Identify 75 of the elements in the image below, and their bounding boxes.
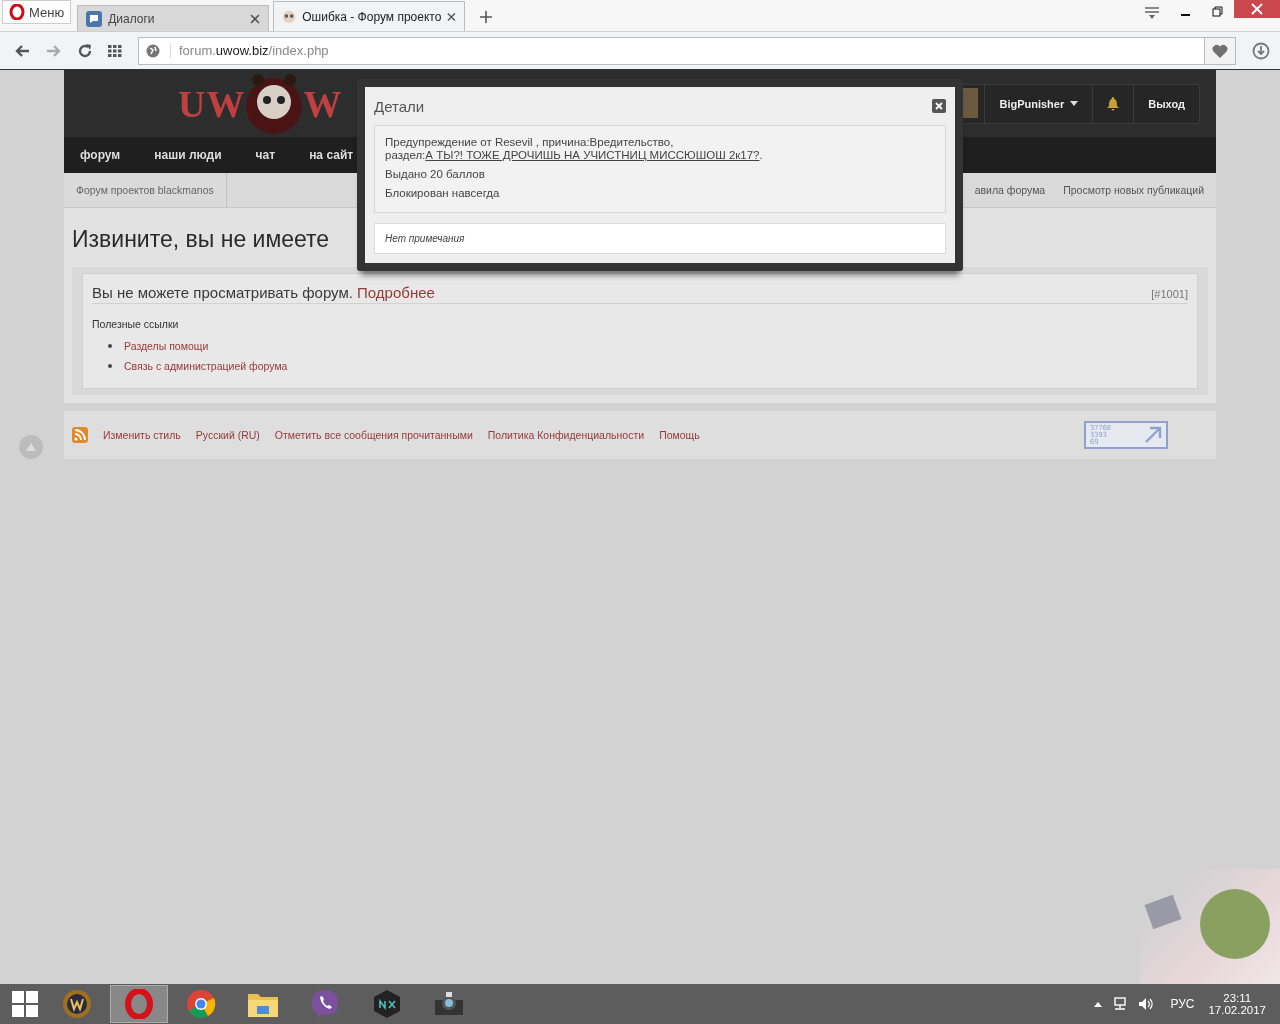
- caret-icon: [1070, 101, 1079, 106]
- breadcrumb-link[interactable]: Форум проектов blackmanos: [76, 173, 227, 207]
- footer-link[interactable]: Политика Конфиденциальности: [487, 429, 645, 441]
- footer-link[interactable]: Русский (RU): [195, 429, 260, 441]
- nav-link[interactable]: на сайт: [309, 148, 354, 162]
- header-link[interactable]: Просмотр новых публикаций: [1063, 184, 1204, 196]
- help-link[interactable]: Связь с администрацией форума: [124, 360, 288, 372]
- phone-bubble-icon: [310, 989, 340, 1019]
- tab-title: Ошибка - Форум проекто: [302, 9, 442, 24]
- browser-tab[interactable]: Ошибка - Форум проекто: [273, 1, 466, 31]
- close-icon: [1251, 3, 1263, 15]
- nav-link[interactable]: форум: [80, 148, 121, 162]
- windows-start-icon[interactable]: [12, 991, 38, 1017]
- logo-text: W: [303, 81, 343, 126]
- bookmark-button[interactable]: [1204, 37, 1235, 64]
- network-icon[interactable]: [1112, 997, 1129, 1011]
- help-link[interactable]: Разделы помощи: [124, 340, 209, 352]
- tab-title: Диалоги: [108, 11, 156, 26]
- arrow-icon: [1144, 426, 1162, 444]
- globe-icon: [146, 43, 160, 58]
- chat-bubble-icon: [86, 10, 103, 27]
- nav-link[interactable]: наши люди: [154, 148, 222, 162]
- logo-text: UW: [178, 81, 246, 126]
- close-icon[interactable]: [447, 11, 457, 22]
- url-text: forum.uwow.biz/index.php: [170, 43, 1194, 58]
- warning-detail: Блокирован навсегда: [385, 187, 501, 200]
- opera-logo-icon: [9, 4, 25, 20]
- close-button[interactable]: [932, 99, 946, 113]
- warning-detail: Выдано 20 баллов: [385, 168, 486, 181]
- bullet-icon: [108, 344, 112, 348]
- warning-message: Предупреждение от Resevil , причина:Вредительство, раздел:А ТЫ?! ТОЖЕ ДРОЧИШЬ НА УЧИСТНИЦ МИССЮШОШ 2к17?.: [385, 136, 764, 162]
- speaker-icon[interactable]: [1138, 997, 1155, 1011]
- menu-button[interactable]: Меню: [2, 0, 72, 24]
- close-icon: [935, 102, 943, 110]
- back-icon[interactable]: [14, 43, 30, 58]
- opera-logo-icon: [125, 989, 153, 1019]
- error-message: Вы не можете просматривать форум. Подробнее: [92, 284, 436, 301]
- page-heading: Извините, вы не имеете: [72, 226, 330, 253]
- footer-link[interactable]: Помощь: [659, 429, 700, 441]
- user-menu-button[interactable]: BigPunisher: [984, 84, 1093, 123]
- chrome-logo-icon: [186, 989, 216, 1019]
- logout-button[interactable]: Выход: [1133, 84, 1199, 123]
- clock-time[interactable]: 23:11: [1223, 992, 1252, 1004]
- footer-link[interactable]: Отметить все сообщения прочитанными: [274, 429, 473, 441]
- bell-icon: [1107, 96, 1120, 111]
- up-caret-icon[interactable]: [1094, 1001, 1103, 1007]
- header-link[interactable]: авила форума: [974, 184, 1046, 196]
- dialog-title: Детали: [374, 97, 425, 115]
- footer-link[interactable]: Изменить стиль: [103, 429, 181, 441]
- thread-link[interactable]: А ТЫ?! ТОЖЕ ДРОЧИШЬ НА УЧИСТНИЦ МИССЮШОШ 2к17?: [425, 149, 760, 161]
- reload-icon[interactable]: [78, 43, 92, 58]
- browser-tab[interactable]: Диалоги: [77, 5, 270, 31]
- heart-icon: [1212, 43, 1228, 58]
- rss-icon[interactable]: [72, 427, 88, 443]
- hexagon-app-icon: [373, 989, 401, 1019]
- address-field[interactable]: forum.uwow.biz/index.php: [138, 36, 1236, 65]
- bullet-icon: [108, 364, 112, 368]
- clock-date[interactable]: 17.02.2017: [1208, 1004, 1266, 1016]
- tab-menu-icon[interactable]: [1144, 6, 1160, 20]
- new-tab-icon[interactable]: [479, 10, 494, 24]
- section-title: Полезные ссылки: [92, 318, 180, 330]
- camera-icon: [433, 990, 465, 1018]
- more-link[interactable]: Подробнее: [357, 284, 435, 301]
- up-triangle-icon: [26, 443, 36, 451]
- error-code: [#1001]: [1151, 288, 1188, 300]
- download-icon[interactable]: [1252, 41, 1270, 60]
- language-indicator[interactable]: РУС: [1170, 997, 1195, 1011]
- close-icon[interactable]: [250, 13, 261, 24]
- grid-icon[interactable]: [108, 44, 122, 57]
- panda-favicon-icon: [282, 8, 297, 25]
- restore-icon[interactable]: [1212, 6, 1224, 18]
- note-text: Нет примечания: [374, 223, 946, 254]
- game-emblem-icon: [62, 989, 92, 1019]
- close-window-button[interactable]: [1234, 0, 1280, 18]
- nav-link[interactable]: чат: [255, 148, 276, 162]
